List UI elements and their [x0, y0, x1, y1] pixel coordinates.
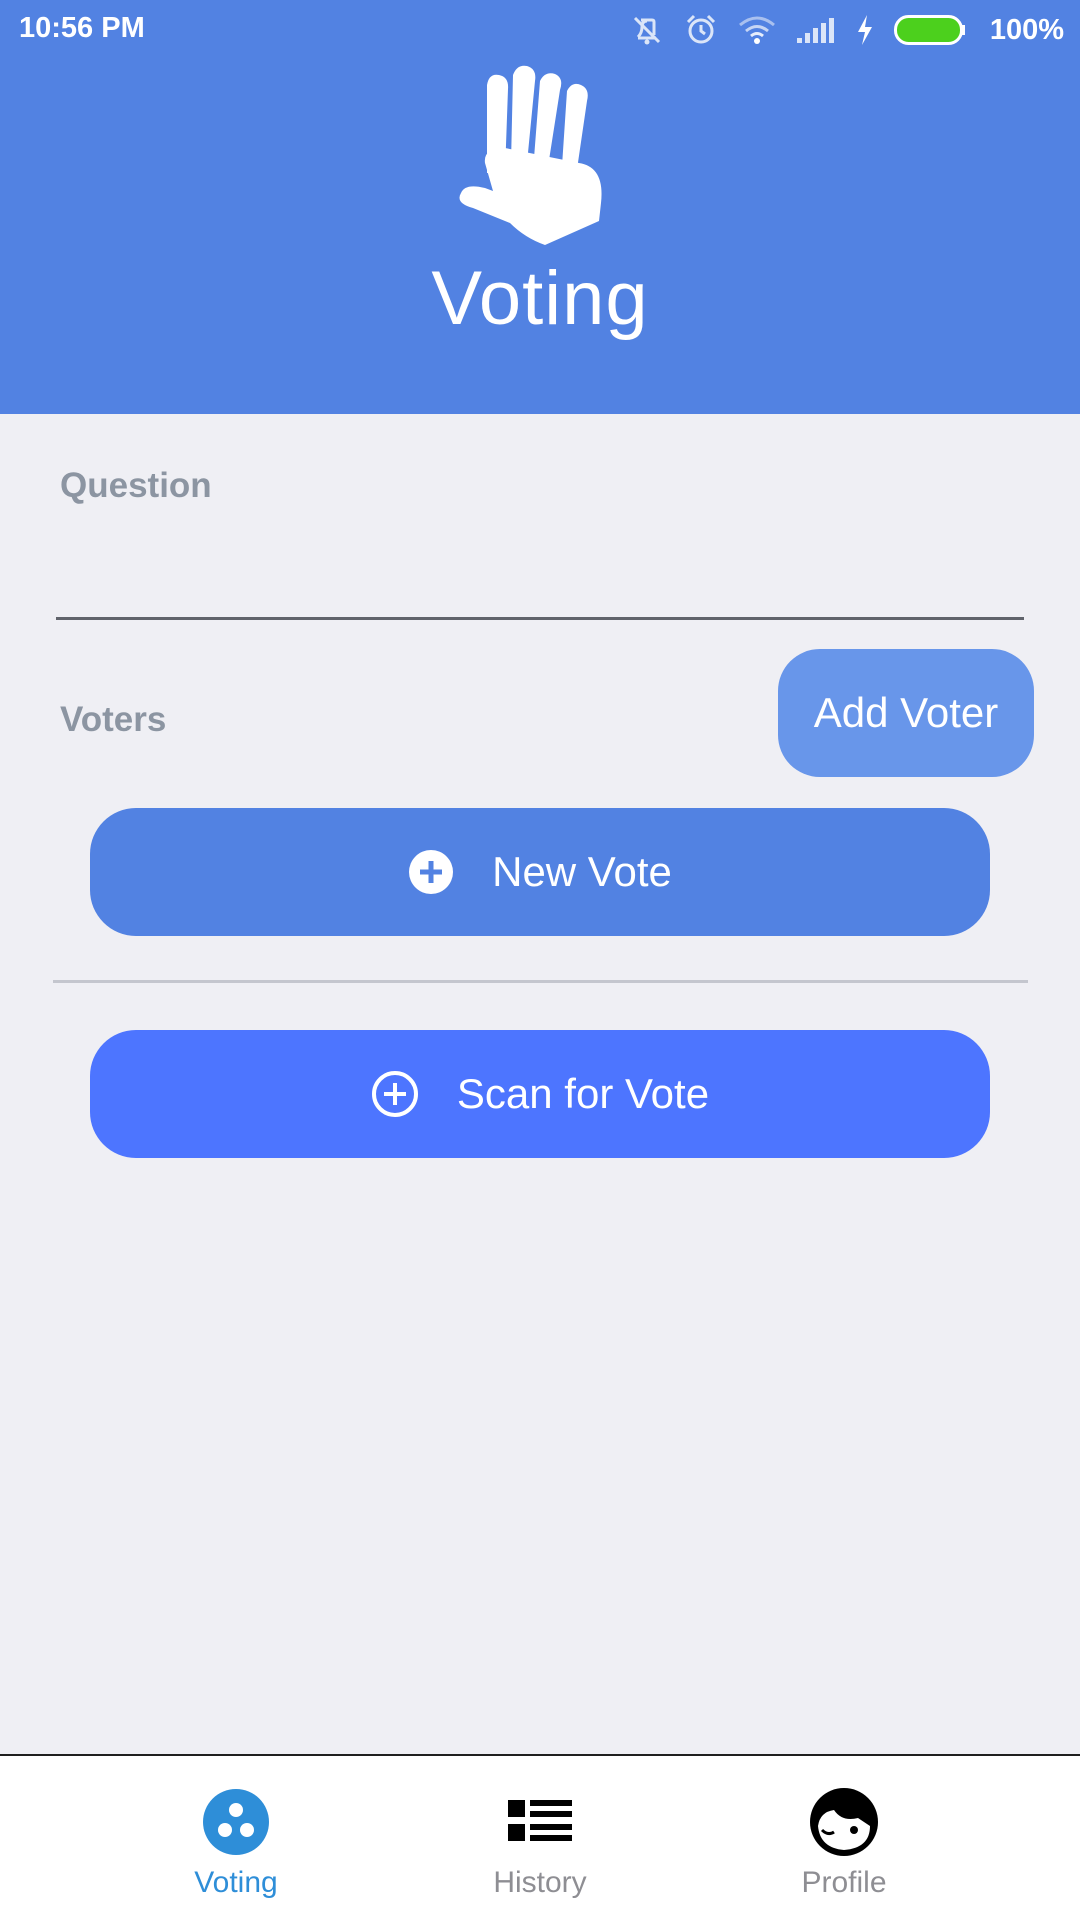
raised-hand-icon	[459, 65, 602, 245]
tab-bar: Voting History Profile	[0, 1754, 1080, 1922]
plus-circle-outline-icon	[371, 1071, 418, 1117]
battery-icon	[893, 15, 965, 45]
tab-voting-label: Voting	[194, 1866, 278, 1899]
scan-for-vote-button[interactable]: Scan for Vote	[90, 1030, 990, 1158]
header: 10:56 PM 100% Voting	[0, 0, 1080, 414]
question-label: Question	[60, 466, 212, 505]
status-bar: 10:56 PM 100%	[0, 0, 1080, 60]
vibrate-off-icon	[633, 16, 660, 45]
add-voter-button[interactable]: Add Voter	[778, 649, 1034, 777]
status-time: 10:56 PM	[19, 12, 145, 44]
new-vote-label: New Vote	[492, 848, 672, 895]
add-voter-label: Add Voter	[813, 689, 999, 736]
plus-circle-filled-icon	[409, 850, 454, 894]
question-input[interactable]	[56, 520, 1024, 620]
tab-profile-label: Profile	[801, 1866, 887, 1899]
signal-icon	[796, 18, 834, 43]
battery-percent: 100%	[989, 13, 1064, 46]
profile-icon	[810, 1788, 878, 1856]
list-icon	[508, 1800, 572, 1841]
alarm-icon	[686, 14, 715, 44]
divider	[53, 980, 1028, 983]
tab-history[interactable]: History	[430, 1756, 650, 1922]
tab-voting[interactable]: Voting	[126, 1756, 346, 1922]
tab-profile[interactable]: Profile	[734, 1756, 954, 1922]
page-title: Voting	[431, 256, 649, 341]
status-icons: 100%	[630, 10, 1064, 50]
voters-label: Voters	[60, 700, 167, 739]
voting-icon	[203, 1789, 269, 1855]
charging-icon	[857, 15, 872, 45]
new-vote-button[interactable]: New Vote	[90, 808, 990, 936]
wifi-icon	[738, 16, 775, 44]
scan-vote-label: Scan for Vote	[456, 1070, 710, 1117]
tab-history-label: History	[493, 1866, 587, 1899]
